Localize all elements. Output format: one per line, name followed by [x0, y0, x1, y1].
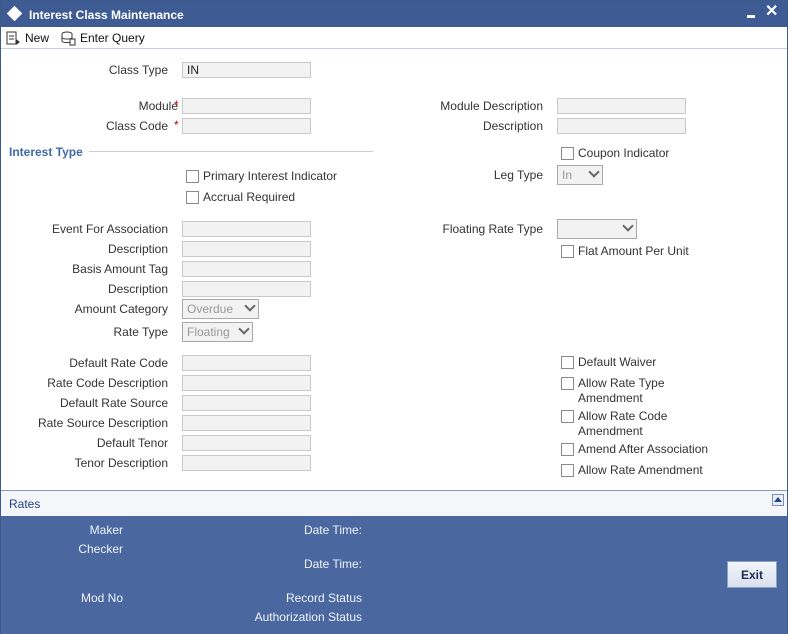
- default-rate-code-label: Default Rate Code: [69, 356, 168, 370]
- rate-code-description-field[interactable]: [182, 375, 311, 391]
- basis-amount-tag-label: Basis Amount Tag: [72, 262, 168, 276]
- allow-rate-amendment-checkbox[interactable]: Allow Rate Amendment: [561, 463, 703, 478]
- checkbox-box: [186, 170, 199, 183]
- chevron-down-icon: [588, 166, 600, 178]
- class-code-field[interactable]: [182, 118, 311, 134]
- rate-code-description-label: Rate Code Description: [47, 376, 168, 390]
- maker-label: Maker: [89, 523, 123, 537]
- default-rate-code-field[interactable]: [182, 355, 311, 371]
- class-code-label: Class Code: [105, 119, 168, 133]
- interest-type-section-title: Interest Type: [9, 145, 83, 159]
- tab-rates[interactable]: Rates: [9, 497, 40, 511]
- coupon-indicator-checkbox[interactable]: Coupon Indicator: [561, 146, 669, 161]
- module-field[interactable]: [182, 98, 311, 114]
- title-bar: Interest Class Maintenance ✕: [1, 1, 787, 27]
- authorization-status-label: Authorization Status: [254, 610, 362, 624]
- event-for-association-label: Event For Association: [51, 222, 168, 236]
- module-label: Module: [138, 99, 178, 113]
- allow-rate-type-amendment-checkbox[interactable]: Allow Rate Type Amendment: [561, 376, 665, 406]
- mod-no-label: Mod No: [80, 591, 123, 605]
- chevron-down-icon: [238, 323, 250, 335]
- rate-type-label: Rate Type: [113, 325, 168, 339]
- accrual-required-checkbox[interactable]: Accrual Required: [186, 190, 295, 205]
- close-icon[interactable]: ✕: [765, 3, 778, 21]
- default-rate-source-field[interactable]: [182, 395, 311, 411]
- rate-source-description-field[interactable]: [182, 415, 311, 431]
- checkbox-box: [561, 377, 574, 390]
- allow-rate-code-amendment-checkbox[interactable]: Allow Rate Code Amendment: [561, 409, 667, 439]
- module-description-label: Module Description: [440, 99, 543, 113]
- tenor-description-field[interactable]: [182, 455, 311, 471]
- description-label: Description: [482, 119, 543, 133]
- leg-type-label: Leg Type: [493, 168, 543, 182]
- default-tenor-field[interactable]: [182, 435, 311, 451]
- default-tenor-label: Default Tenor: [96, 436, 168, 450]
- event-description-label: Description: [107, 242, 168, 256]
- app-diamond-icon: [6, 5, 23, 22]
- primary-interest-indicator-checkbox[interactable]: Primary Interest Indicator: [186, 169, 337, 184]
- enter-query-label: Enter Query: [80, 31, 145, 45]
- class-code-required-indicator: *: [174, 118, 179, 132]
- event-for-association-field[interactable]: [182, 221, 311, 237]
- toolbar: New Enter Query: [1, 27, 787, 49]
- class-type-label: Class Type: [108, 63, 168, 77]
- basis-description-label: Description: [107, 282, 168, 296]
- amount-category-select[interactable]: Overdue: [182, 299, 259, 319]
- tab-bar: Rates: [1, 490, 787, 516]
- new-icon: [6, 31, 20, 45]
- class-type-field[interactable]: IN: [182, 62, 311, 78]
- minimize-icon[interactable]: [745, 4, 759, 22]
- leg-type-select[interactable]: In: [557, 165, 603, 185]
- basis-amount-tag-field[interactable]: [182, 261, 311, 277]
- chevron-down-icon: [244, 300, 256, 312]
- rate-type-select[interactable]: Floating: [182, 322, 253, 342]
- floating-rate-type-label: Floating Rate Type: [442, 222, 543, 236]
- exit-button[interactable]: Exit: [727, 561, 777, 588]
- audit-footer: Maker Checker Mod No Date Time: Date Tim…: [1, 516, 787, 634]
- checkbox-box: [561, 464, 574, 477]
- module-description-field[interactable]: [557, 98, 686, 114]
- new-label: New: [25, 31, 50, 45]
- module-required-indicator: *: [174, 98, 179, 112]
- checkbox-box: [561, 245, 574, 258]
- amount-category-label: Amount Category: [74, 302, 168, 316]
- checkbox-box: [561, 410, 574, 423]
- collapse-up-icon[interactable]: [772, 494, 784, 506]
- default-waiver-checkbox[interactable]: Default Waiver: [561, 355, 656, 370]
- enter-query-button[interactable]: Enter Query: [60, 29, 145, 47]
- enter-query-icon: [61, 31, 76, 46]
- checker-label: Checker: [78, 542, 123, 556]
- checkbox-box: [186, 191, 199, 204]
- record-status-label: Record Status: [285, 591, 362, 605]
- flat-amount-per-unit-checkbox[interactable]: Flat Amount Per Unit: [561, 244, 689, 259]
- checkbox-box: [561, 147, 574, 160]
- default-rate-source-label: Default Rate Source: [59, 396, 168, 410]
- amend-after-association-checkbox[interactable]: Amend After Association: [561, 442, 708, 457]
- checkbox-box: [561, 356, 574, 369]
- interest-class-maintenance-window: Interest Class Maintenance ✕ New Enter Q…: [0, 0, 788, 634]
- window-title: Interest Class Maintenance: [29, 8, 184, 22]
- chevron-down-icon: [622, 220, 634, 232]
- section-divider: [89, 151, 373, 152]
- new-button[interactable]: New: [5, 29, 49, 47]
- description-field[interactable]: [557, 118, 686, 134]
- basis-description-field[interactable]: [182, 281, 311, 297]
- checker-date-time-label: Date Time:: [303, 557, 362, 571]
- event-description-field[interactable]: [182, 241, 311, 257]
- tenor-description-label: Tenor Description: [74, 456, 168, 470]
- floating-rate-type-select[interactable]: [557, 219, 637, 239]
- rate-source-description-label: Rate Source Description: [37, 416, 168, 430]
- checkbox-box: [561, 443, 574, 456]
- maker-date-time-label: Date Time:: [303, 523, 362, 537]
